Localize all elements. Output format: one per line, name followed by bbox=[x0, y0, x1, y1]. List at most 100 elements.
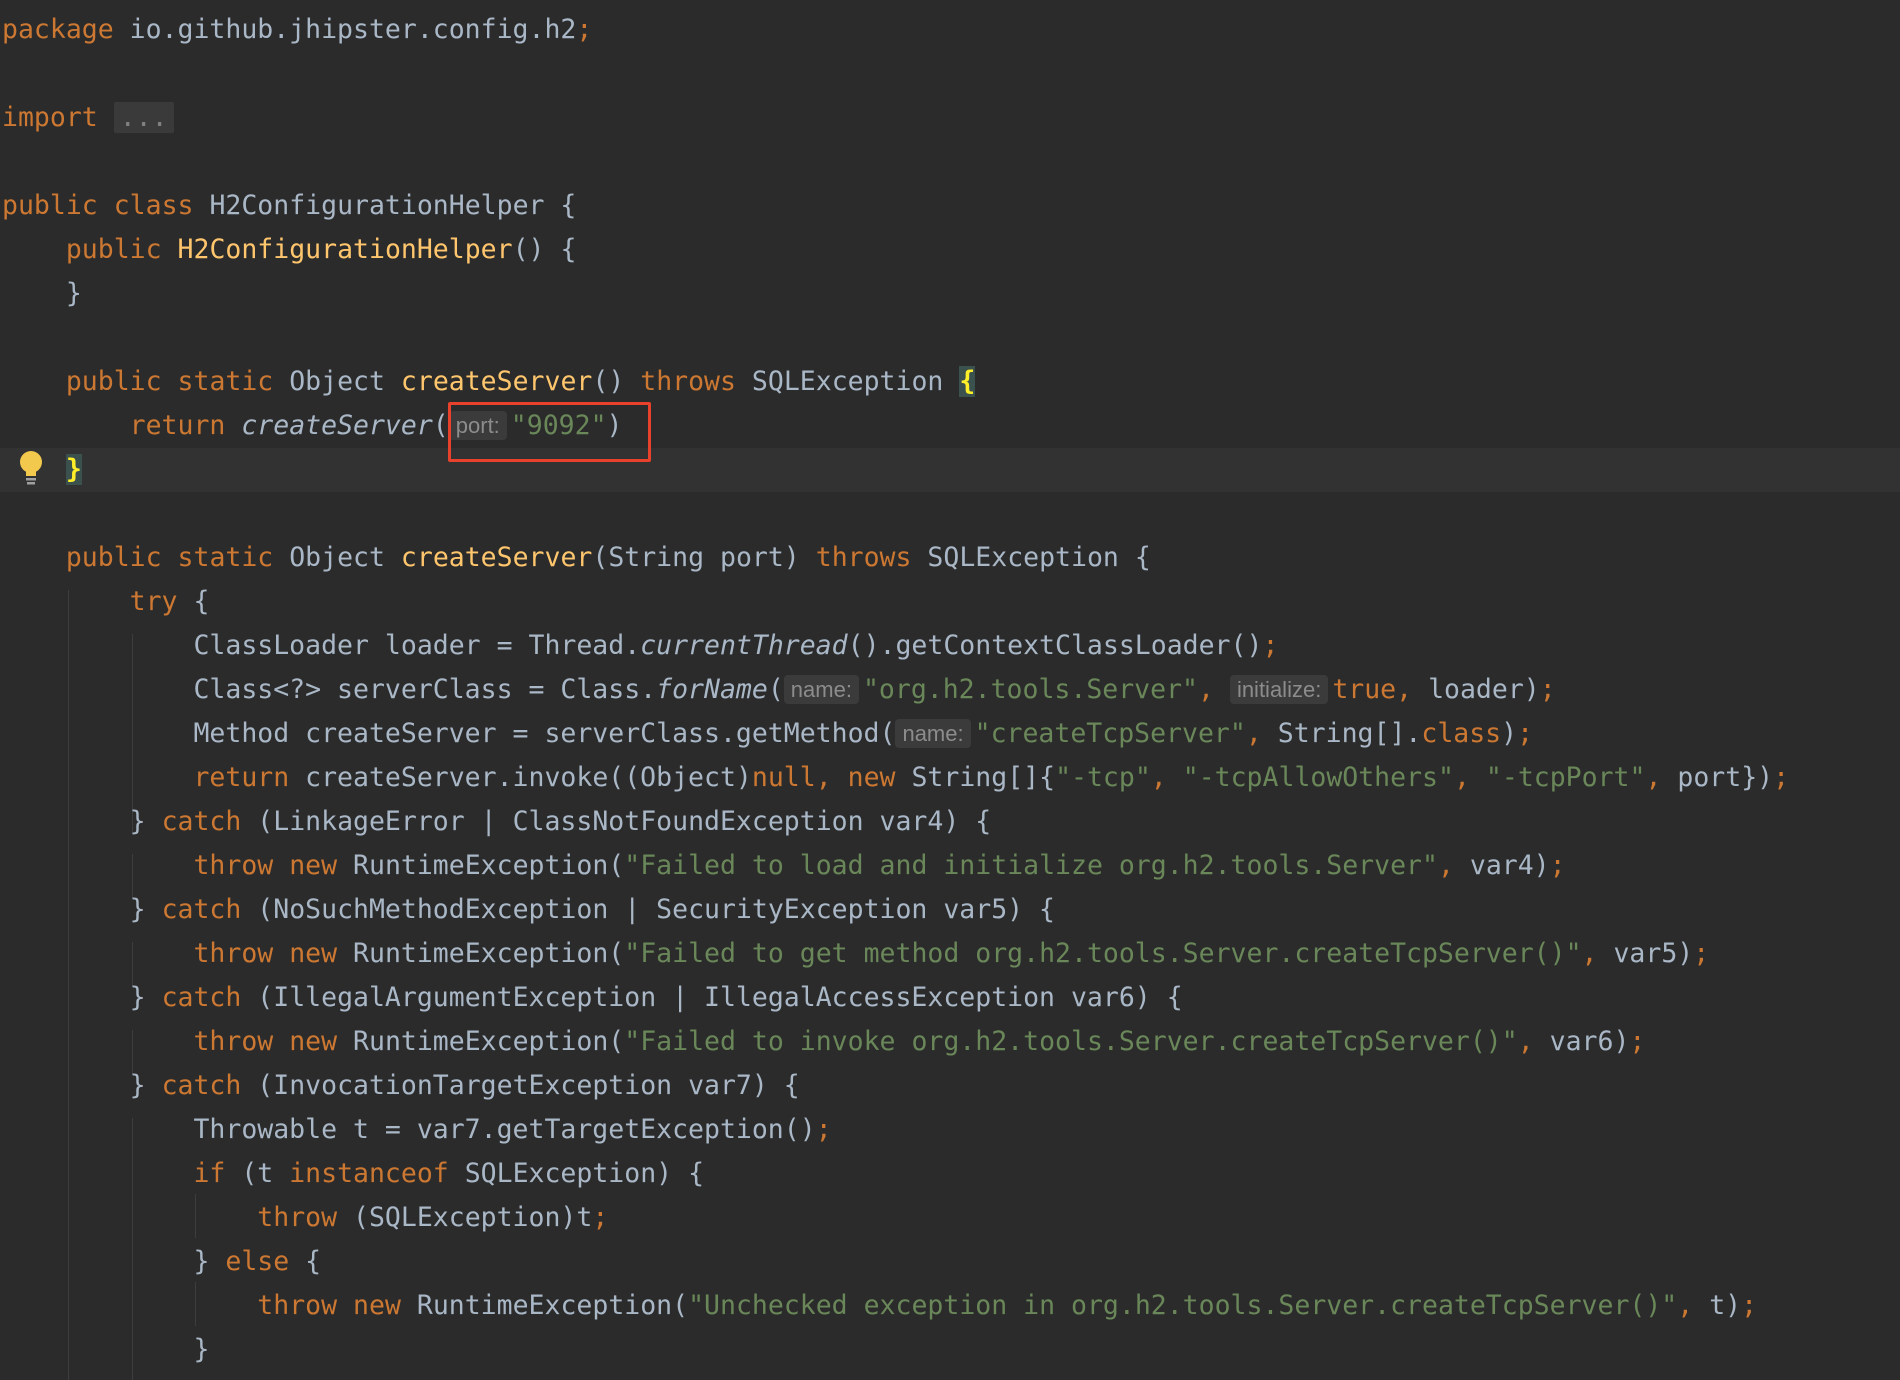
code-line-throw1[interactable]: throw new RuntimeException("Failed to lo… bbox=[0, 844, 1900, 888]
comma: , bbox=[1517, 1026, 1534, 1057]
code-text: loader) bbox=[1412, 674, 1540, 705]
method-call: currentThread bbox=[640, 630, 848, 661]
code-text: SQLException { bbox=[911, 542, 1151, 573]
keyword: true bbox=[1332, 674, 1397, 705]
code-line-invoke[interactable]: return createServer.invoke((Object)null,… bbox=[0, 756, 1900, 800]
code-text: } bbox=[129, 982, 162, 1013]
code-line-m1-return[interactable]: return createServer(port: "9092") bbox=[0, 404, 1900, 448]
code-text: RuntimeException( bbox=[337, 938, 625, 969]
code-line-m2-decl[interactable]: public static Object createServer(String… bbox=[0, 536, 1900, 580]
string-literal: "createTcpServer" bbox=[974, 718, 1246, 749]
comma: , bbox=[1245, 718, 1262, 749]
code-line-ctor-close[interactable]: } bbox=[0, 272, 1900, 316]
annotation-highlight-box bbox=[448, 402, 651, 462]
method-call: forName bbox=[656, 674, 768, 705]
parameter-hint: name: bbox=[783, 675, 859, 704]
semicolon: ; bbox=[1741, 1290, 1758, 1321]
code-line-throw2[interactable]: throw new RuntimeException("Failed to ge… bbox=[0, 932, 1900, 976]
code-text: (SQLException)t bbox=[337, 1202, 593, 1233]
method-name: createServer bbox=[400, 366, 593, 397]
keyword: public bbox=[65, 234, 162, 265]
code-line-try[interactable]: try { bbox=[0, 580, 1900, 624]
keyword: else bbox=[225, 1246, 290, 1277]
code-editor[interactable]: package io.github.jhipster.config.h2; im… bbox=[0, 0, 1900, 1380]
code-line-ctor[interactable]: public H2ConfigurationHelper() { bbox=[0, 228, 1900, 272]
code-text: () { bbox=[512, 234, 577, 265]
keyword: throws bbox=[640, 366, 736, 397]
keyword: try bbox=[129, 586, 178, 617]
keyword: return bbox=[193, 762, 290, 793]
keyword: class bbox=[1421, 718, 1502, 749]
comma: , bbox=[1437, 850, 1454, 881]
keyword: return bbox=[129, 410, 226, 441]
code-line-if[interactable]: if (t instanceof SQLException) { bbox=[0, 1152, 1900, 1196]
semicolon: ; bbox=[1262, 630, 1279, 661]
semicolon: ; bbox=[576, 14, 593, 45]
code-line-throw3[interactable]: throw new RuntimeException("Failed to in… bbox=[0, 1020, 1900, 1064]
code-line-catch1[interactable]: } catch (LinkageError | ClassNotFoundExc… bbox=[0, 800, 1900, 844]
keyword: throws bbox=[815, 542, 912, 573]
matched-brace: } bbox=[65, 454, 82, 485]
code-line-catch4[interactable]: } catch (InvocationTargetException var7)… bbox=[0, 1064, 1900, 1108]
semicolon: ; bbox=[1539, 674, 1556, 705]
comma: , bbox=[1581, 938, 1598, 969]
keyword: new bbox=[289, 1026, 338, 1057]
class-name: H2ConfigurationHelper { bbox=[193, 190, 577, 221]
code-line-close[interactable]: } bbox=[0, 1328, 1900, 1372]
keyword: public bbox=[65, 542, 162, 573]
package-name: io.github.jhipster.config.h2 bbox=[113, 14, 577, 45]
code-line-package[interactable]: package io.github.jhipster.config.h2; bbox=[0, 8, 1900, 52]
string-literal: "org.h2.tools.Server" bbox=[862, 674, 1198, 705]
keyword: static bbox=[177, 366, 274, 397]
keyword: public bbox=[65, 366, 162, 397]
code-text: SQLException) { bbox=[448, 1158, 705, 1189]
code-line-throw-sql[interactable]: throw (SQLException)t; bbox=[0, 1196, 1900, 1240]
keyword: catch bbox=[161, 982, 242, 1013]
semicolon: ; bbox=[1549, 850, 1566, 881]
keyword: catch bbox=[161, 806, 242, 837]
ctor-name: H2ConfigurationHelper bbox=[177, 234, 513, 265]
code-line-m1-decl[interactable]: public static Object createServer() thro… bbox=[0, 360, 1900, 404]
code-text: Throwable t = var7.getTargetException() bbox=[193, 1114, 816, 1145]
semicolon: ; bbox=[1517, 718, 1534, 749]
code-line-else[interactable]: } else { bbox=[0, 1240, 1900, 1284]
code-line-catch3[interactable]: } catch (IllegalArgumentException | Ille… bbox=[0, 976, 1900, 1020]
comma: , bbox=[1677, 1290, 1694, 1321]
code-text: String[]. bbox=[1261, 718, 1422, 749]
code-text: var4) bbox=[1453, 850, 1550, 881]
code-text: () bbox=[592, 366, 641, 397]
method-name: createServer bbox=[400, 542, 593, 573]
code-line-serverclass[interactable]: Class<?> serverClass = Class.forName(nam… bbox=[0, 668, 1900, 712]
string-literal: "Unchecked exception in org.h2.tools.Ser… bbox=[688, 1290, 1678, 1321]
semicolon: ; bbox=[592, 1202, 609, 1233]
code-text: } bbox=[193, 1246, 226, 1277]
folded-imports[interactable]: ... bbox=[113, 102, 174, 133]
code-text: var5) bbox=[1597, 938, 1694, 969]
keyword: throw bbox=[257, 1202, 338, 1233]
code-text: (String port) bbox=[592, 542, 816, 573]
code-line-import[interactable]: import ... bbox=[0, 96, 1900, 140]
keyword: package bbox=[2, 14, 114, 45]
code-text: Object bbox=[273, 542, 401, 573]
code-line-class-decl[interactable]: public class H2ConfigurationHelper { bbox=[0, 184, 1900, 228]
keyword: instanceof bbox=[289, 1158, 449, 1189]
matched-brace: { bbox=[959, 366, 976, 397]
code-text: } bbox=[129, 806, 162, 837]
comma: , bbox=[1453, 762, 1470, 793]
code-text: Class<?> serverClass = Class. bbox=[193, 674, 657, 705]
code-text: port}) bbox=[1661, 762, 1774, 793]
keyword: new bbox=[289, 938, 338, 969]
code-text: t) bbox=[1693, 1290, 1742, 1321]
code-line-throwable[interactable]: Throwable t = var7.getTargetException(); bbox=[0, 1108, 1900, 1152]
code-line-throw4[interactable]: throw new RuntimeException("Unchecked ex… bbox=[0, 1284, 1900, 1328]
code-line-catch2[interactable]: } catch (NoSuchMethodException | Securit… bbox=[0, 888, 1900, 932]
code-text: createServer.invoke((Object) bbox=[289, 762, 752, 793]
comma: , bbox=[815, 762, 832, 793]
lightbulb-icon[interactable] bbox=[18, 450, 44, 486]
keyword: throw bbox=[193, 938, 274, 969]
keyword: throw bbox=[193, 1026, 274, 1057]
code-line-loader[interactable]: ClassLoader loader = Thread.currentThrea… bbox=[0, 624, 1900, 668]
code-line-getmethod[interactable]: Method createServer = serverClass.getMet… bbox=[0, 712, 1900, 756]
code-line-m1-close[interactable]: } bbox=[0, 448, 1900, 492]
string-literal: "Failed to get method org.h2.tools.Serve… bbox=[624, 938, 1582, 969]
